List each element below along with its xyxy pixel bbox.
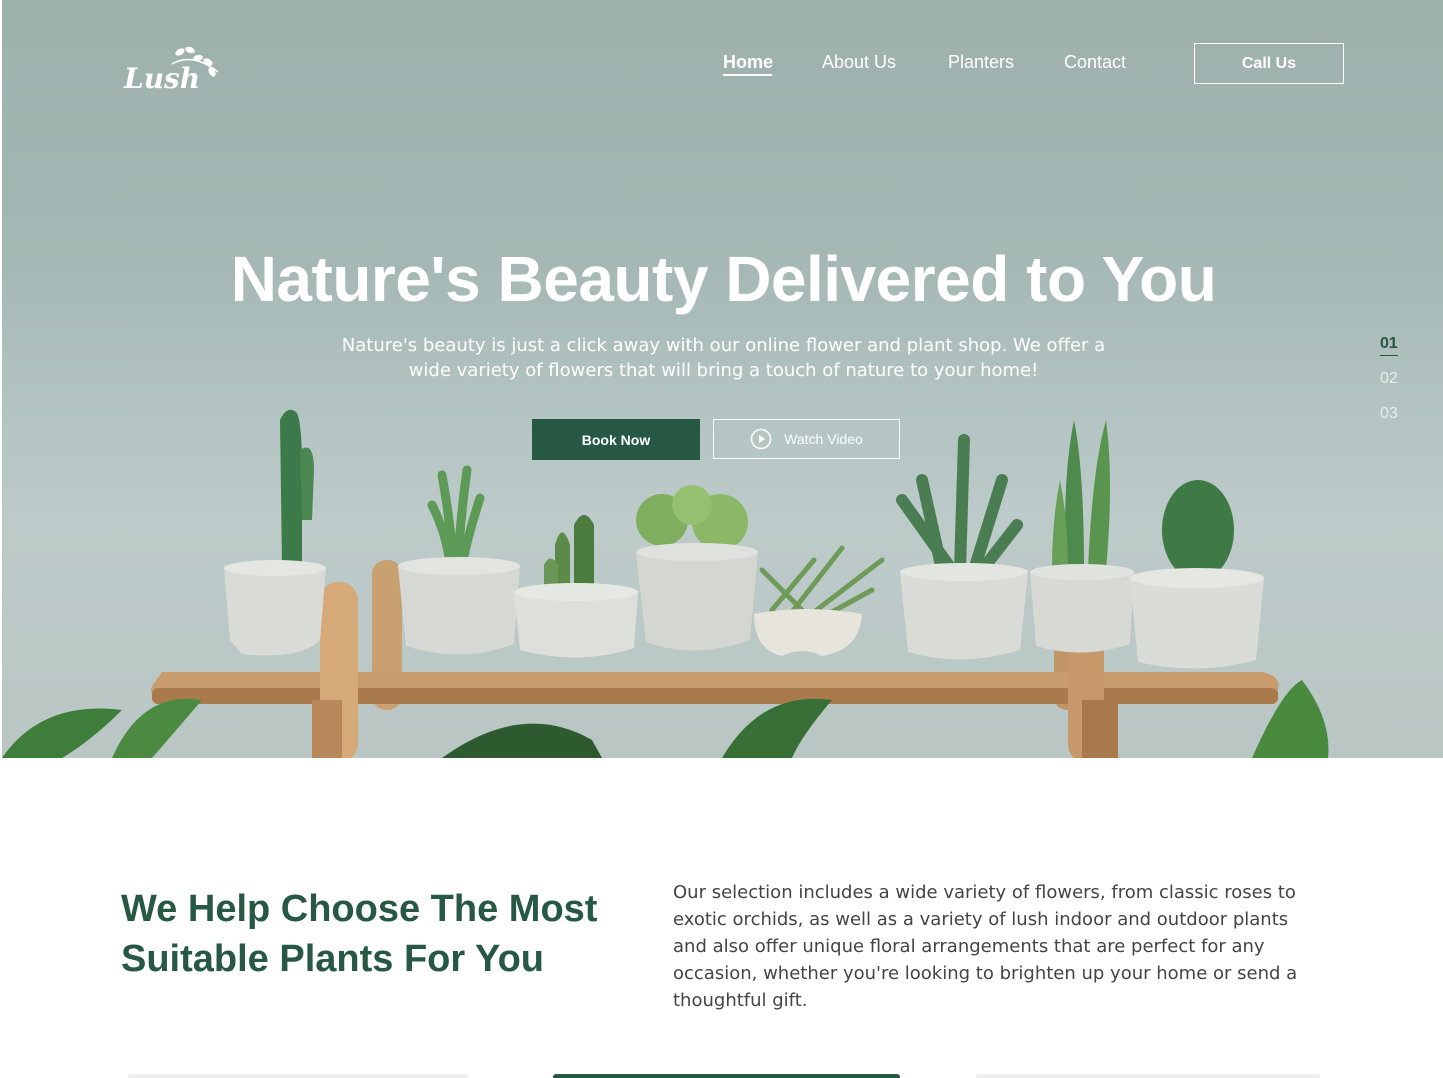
slide-indicator-3[interactable]: 03 (1380, 405, 1398, 423)
nav-home[interactable]: Home (723, 52, 773, 73)
logo-text: Lush (123, 62, 200, 95)
watch-video-label: Watch Video (784, 431, 863, 447)
nav-active-underline (723, 74, 772, 76)
section-description: Our selection includes a wide variety of… (673, 882, 1298, 1011)
section-heading: We Help Choose The Most Suitable Plants … (121, 888, 598, 980)
card-right-edge (976, 1074, 1320, 1078)
hero-subtitle: Nature's beauty is just a click away wit… (341, 335, 1106, 381)
slide-indicator-1[interactable]: 01 (1380, 335, 1398, 356)
card-center-edge (553, 1074, 900, 1078)
hero-title: Nature's Beauty Delivered to You (230, 243, 1217, 315)
nav-planters[interactable]: Planters (948, 52, 1014, 73)
play-circle-icon (750, 428, 772, 450)
hero-section: Lush Home About Us Planters Contact Call… (2, 0, 1443, 758)
watch-video-button[interactable]: Watch Video (713, 419, 900, 459)
nav-contact[interactable]: Contact (1064, 52, 1126, 73)
nav-about-us[interactable]: About Us (822, 52, 896, 73)
book-now-button[interactable]: Book Now (532, 419, 700, 460)
slide-indicator-2[interactable]: 02 (1380, 370, 1398, 388)
lush-logo[interactable]: Lush (122, 42, 232, 98)
card-left-edge (128, 1074, 468, 1078)
call-us-button[interactable]: Call Us (1194, 43, 1344, 84)
